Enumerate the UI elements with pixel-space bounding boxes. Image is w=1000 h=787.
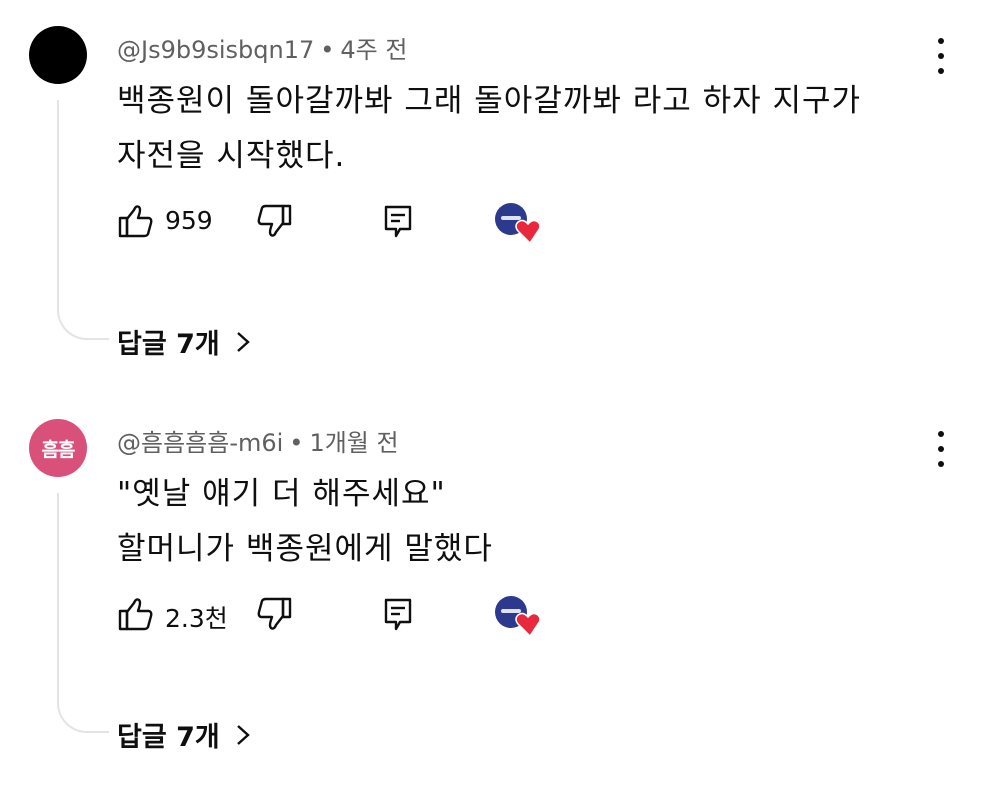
thread-line [57, 493, 109, 733]
comment-item: @Js9b9sisbqn17 • 4주 전 백종원이 돌아갈까봐 그래 돌아갈까봐 … [0, 0, 1000, 393]
chevron-right-icon [236, 724, 250, 745]
avatar-text: 흠흠 [41, 438, 76, 461]
comment-text: "옛날 얘기 더 해주세요" 할머니가 백종원에게 말했다 [117, 467, 493, 577]
author-name[interactable]: @Js9b9sisbqn17 [117, 36, 314, 64]
comment-line: 할머니가 백종원에게 말했다 [117, 531, 493, 567]
comment-icon[interactable] [379, 595, 417, 633]
more-vertical-icon[interactable] [928, 431, 954, 467]
comment-line: 백종원이 돌아갈까봐 그래 돌아갈까봐 라고 하자 지구가 [117, 83, 862, 119]
avatar[interactable] [29, 26, 87, 84]
thumbs-up-icon[interactable] [117, 202, 155, 240]
chevron-right-icon [236, 331, 250, 352]
more-vertical-icon[interactable] [928, 38, 954, 74]
comment-text: 백종원이 돌아갈까봐 그래 돌아갈까봐 라고 하자 지구가 자전을 시작했다. [117, 74, 861, 184]
comment-icon[interactable] [379, 202, 417, 240]
comment-meta: @흠흠흠흠-m6i • 1개월 전 [117, 423, 399, 458]
creator-heart-icon [495, 203, 541, 245]
meta-separator: • [289, 429, 304, 457]
thread-line [57, 100, 109, 340]
comment-time[interactable]: 1개월 전 [309, 429, 398, 457]
replies-label: 답글 7개 [117, 722, 220, 753]
comment-actions: 959 [117, 202, 577, 245]
replies-label: 답글 7개 [117, 329, 220, 360]
comment-line: 자전을 시작했다. [117, 138, 346, 174]
author-name[interactable]: @흠흠흠흠-m6i [117, 429, 283, 457]
avatar[interactable]: 흠흠 [29, 419, 87, 477]
replies-button[interactable]: 답글 7개 [117, 715, 250, 754]
like-count: 959 [165, 206, 213, 235]
comment-time[interactable]: 4주 전 [340, 36, 407, 64]
thumbs-down-icon[interactable] [255, 595, 293, 633]
like-count: 2.3천 [165, 604, 228, 633]
comment-actions: 2.3천 [117, 595, 577, 638]
comment-item: 흠흠 @흠흠흠흠-m6i • 1개월 전 "옛날 얘기 더 해주세요" 할머니가 백… [0, 393, 1000, 786]
meta-separator: • [320, 36, 335, 64]
comment-meta: @Js9b9sisbqn17 • 4주 전 [117, 30, 407, 65]
thumbs-up-icon[interactable] [117, 595, 155, 633]
creator-heart-icon [495, 596, 541, 638]
replies-button[interactable]: 답글 7개 [117, 322, 250, 361]
thumbs-down-icon[interactable] [255, 202, 293, 240]
comment-line: "옛날 얘기 더 해주세요" [117, 476, 446, 512]
